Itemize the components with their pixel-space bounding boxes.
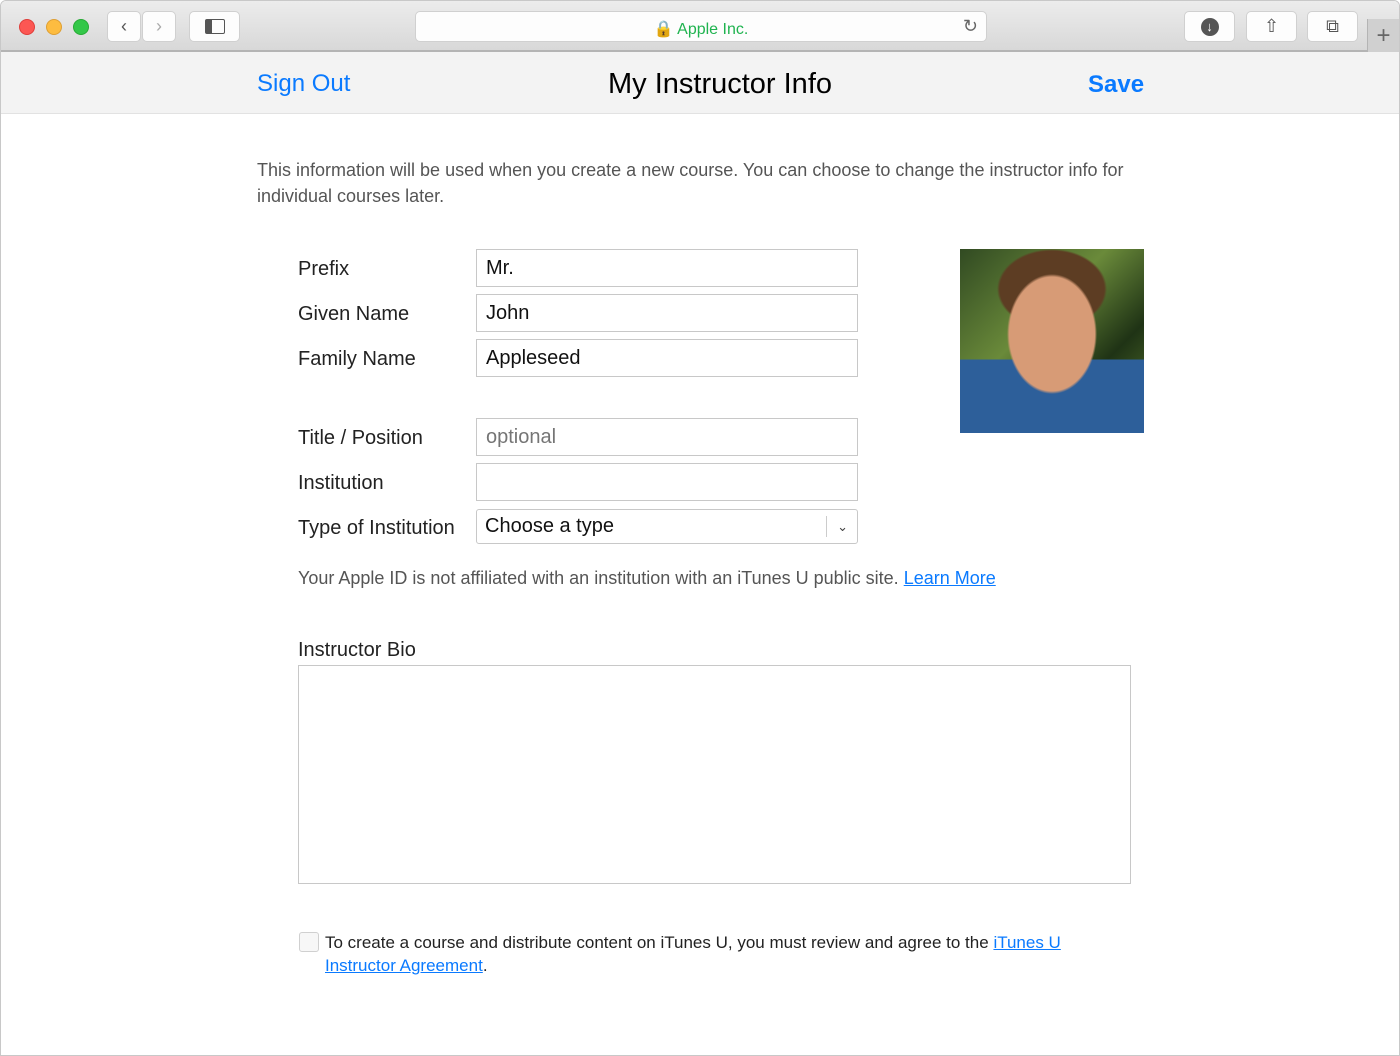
- agreement-text: To create a course and distribute conten…: [325, 931, 1125, 977]
- share-icon: ⇧: [1263, 16, 1280, 36]
- given-name-label: Given Name: [298, 303, 410, 325]
- back-button[interactable]: ‹: [107, 11, 141, 42]
- zoom-button[interactable]: [73, 19, 89, 35]
- institution-input[interactable]: [476, 463, 858, 501]
- chevron-down-icon: ⌄: [837, 519, 848, 534]
- institution-type-value: Choose a type: [485, 515, 614, 537]
- downloads-button[interactable]: ↓: [1184, 11, 1235, 42]
- agreement-text-body: To create a course and distribute conten…: [325, 933, 989, 952]
- plus-icon: +: [1376, 22, 1391, 49]
- agreement-checkbox[interactable]: [299, 932, 319, 952]
- chevron-left-icon: ‹: [121, 16, 127, 36]
- address-bar[interactable]: 🔒 Apple Inc. ↻: [415, 11, 987, 42]
- new-tab-button[interactable]: +: [1367, 19, 1399, 52]
- title-position-label: Title / Position: [298, 427, 423, 449]
- browser-window: ‹ › 🔒 Apple Inc. ↻ ↓ ⇧ ⧉ + Sign Out My I…: [0, 0, 1400, 1056]
- institution-type-select[interactable]: Choose a type ⌄: [476, 509, 858, 544]
- page-title: My Instructor Info: [607, 68, 832, 100]
- tabs-icon: ⧉: [1326, 16, 1339, 36]
- forward-button[interactable]: ›: [142, 11, 176, 42]
- share-button[interactable]: ⇧: [1246, 11, 1297, 42]
- prefix-label: Prefix: [298, 258, 350, 280]
- family-name-label: Family Name: [298, 348, 416, 370]
- tabs-button[interactable]: ⧉: [1307, 11, 1358, 42]
- close-button[interactable]: [19, 19, 35, 35]
- bio-label: Instructor Bio: [298, 639, 416, 661]
- intro-text: This information will be used when you c…: [257, 160, 1124, 206]
- browser-toolbar: ‹ › 🔒 Apple Inc. ↻ ↓ ⇧ ⧉ +: [1, 1, 1399, 52]
- reload-icon[interactable]: ↻: [963, 16, 978, 37]
- save-button[interactable]: Save: [1088, 71, 1144, 99]
- instructor-photo[interactable]: [960, 249, 1144, 433]
- institution-type-label: Type of Institution: [298, 517, 455, 539]
- institution-label: Institution: [298, 472, 384, 494]
- address-text: Apple Inc.: [677, 21, 749, 38]
- sidebar-icon: [204, 19, 225, 34]
- affiliation-note-text: Your Apple ID is not affiliated with an …: [298, 568, 899, 588]
- lock-icon: 🔒: [653, 21, 674, 38]
- title-position-input[interactable]: [476, 418, 858, 456]
- family-name-input[interactable]: [476, 339, 858, 377]
- page-header: Sign Out My Instructor Info Save: [1, 52, 1399, 114]
- bio-textarea[interactable]: [298, 665, 1131, 884]
- learn-more-link[interactable]: Learn More: [904, 568, 996, 588]
- sidebar-button[interactable]: [189, 11, 240, 42]
- agreement-period: .: [482, 956, 488, 975]
- chevron-right-icon: ›: [156, 16, 162, 36]
- download-icon: ↓: [1200, 17, 1219, 36]
- prefix-input[interactable]: [476, 249, 858, 287]
- affiliation-note: Your Apple ID is not affiliated with an …: [298, 568, 996, 589]
- given-name-input[interactable]: [476, 294, 858, 332]
- minimize-button[interactable]: [46, 19, 62, 35]
